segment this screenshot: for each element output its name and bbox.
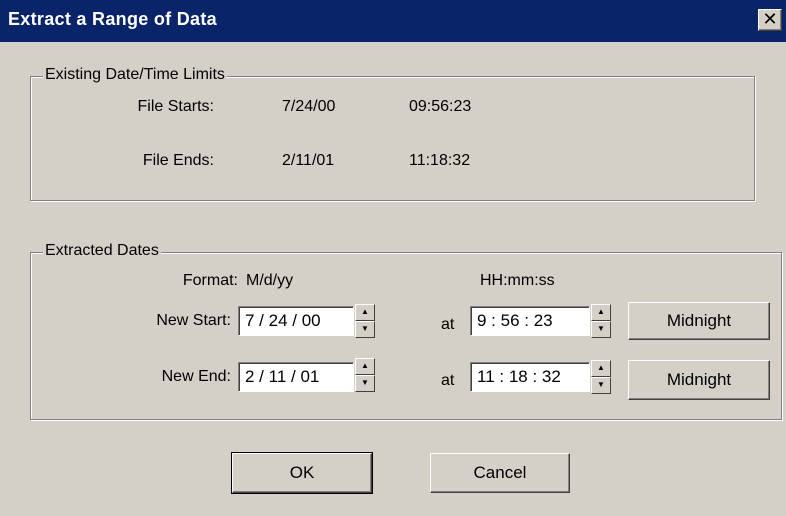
format-label: Format: xyxy=(182,272,238,289)
file-starts-date: 7/24/00 xyxy=(282,98,336,115)
new-start-time-up-button[interactable]: ▲ xyxy=(591,304,611,321)
file-ends-time: 11:18:32 xyxy=(409,152,471,169)
arrow-down-icon: ▼ xyxy=(597,380,605,389)
new-start-time-spinner: ▲ ▼ xyxy=(591,304,611,338)
title-bar: Extract a Range of Data ✕ xyxy=(0,0,786,42)
new-end-date-input[interactable]: 2 / 11 / 01 xyxy=(238,362,354,392)
new-start-date-spinner: ▲ ▼ xyxy=(355,304,375,338)
file-ends-date: 2/11/01 xyxy=(282,152,335,169)
ok-button[interactable]: OK xyxy=(231,452,373,494)
window-title: Extract a Range of Data xyxy=(8,9,217,29)
time-format: HH:mm:ss xyxy=(480,272,555,289)
new-start-date-down-button[interactable]: ▼ xyxy=(355,321,375,338)
new-end-date-up-button[interactable]: ▲ xyxy=(355,358,375,375)
arrow-up-icon: ▲ xyxy=(597,307,605,316)
extracted-dates-legend: Extracted Dates xyxy=(43,242,161,260)
new-start-midnight-button[interactable]: Midnight xyxy=(628,302,770,340)
new-end-time-up-button[interactable]: ▲ xyxy=(591,360,611,377)
new-start-date-up-button[interactable]: ▲ xyxy=(355,304,375,321)
new-end-time-down-button[interactable]: ▼ xyxy=(591,377,611,394)
arrow-up-icon: ▲ xyxy=(597,363,605,372)
new-end-midnight-button[interactable]: Midnight xyxy=(628,360,770,400)
close-icon: ✕ xyxy=(762,9,778,29)
file-starts-label: File Starts: xyxy=(137,98,214,115)
new-end-time-input[interactable]: 11 : 18 : 32 xyxy=(470,362,590,392)
new-start-label: New Start: xyxy=(156,312,231,329)
new-start-date-input[interactable]: 7 / 24 / 00 xyxy=(238,306,354,336)
arrow-up-icon: ▲ xyxy=(361,307,369,316)
new-end-date-down-button[interactable]: ▼ xyxy=(355,375,375,392)
new-start-time-input[interactable]: 9 : 56 : 23 xyxy=(470,306,590,336)
new-start-time-down-button[interactable]: ▼ xyxy=(591,321,611,338)
arrow-up-icon: ▲ xyxy=(361,361,369,370)
date-format: M/d/yy xyxy=(246,272,294,289)
new-end-time-spinner: ▲ ▼ xyxy=(591,360,611,394)
arrow-down-icon: ▼ xyxy=(361,378,369,387)
close-button[interactable]: ✕ xyxy=(758,9,782,31)
new-end-at-label: at xyxy=(441,372,455,389)
arrow-down-icon: ▼ xyxy=(361,324,369,333)
file-starts-time: 09:56:23 xyxy=(409,98,472,115)
new-end-date-spinner: ▲ ▼ xyxy=(355,358,375,392)
arrow-down-icon: ▼ xyxy=(597,324,605,333)
new-end-label: New End: xyxy=(161,368,231,385)
existing-limits-legend: Existing Date/Time Limits xyxy=(43,66,227,84)
existing-limits-group: Existing Date/Time Limits xyxy=(30,66,755,201)
cancel-button[interactable]: Cancel xyxy=(430,453,570,493)
file-ends-label: File Ends: xyxy=(142,152,214,169)
new-start-at-label: at xyxy=(441,316,455,333)
